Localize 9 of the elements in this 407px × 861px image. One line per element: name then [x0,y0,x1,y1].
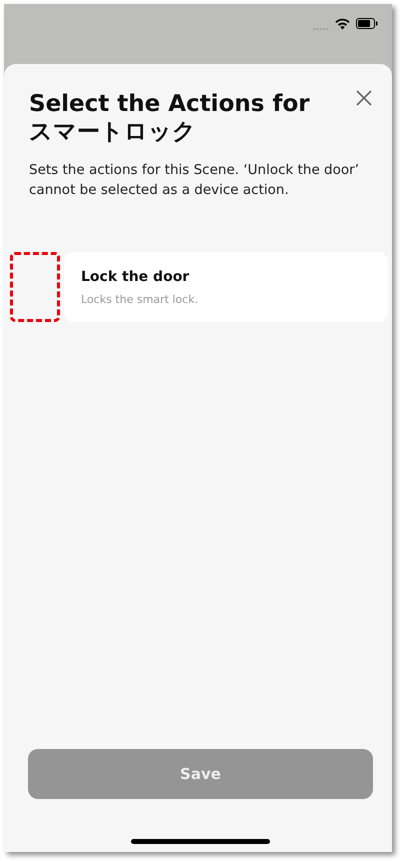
sheet-title: Select the Actions for スマートロック [29,90,311,146]
action-subtitle: Locks the smart lock. [81,293,200,306]
battery-icon [356,18,378,29]
close-icon[interactable] [354,88,374,108]
signal-icon [313,27,329,31]
wifi-icon [335,18,350,30]
action-card[interactable]: Lock the door Locks the smart lock. [64,252,388,322]
action-title: Lock the door [81,269,190,285]
sheet-description: Sets the actions for this Scene. ‘Unlock the door’ cannot be selected as a device action. [29,161,360,200]
